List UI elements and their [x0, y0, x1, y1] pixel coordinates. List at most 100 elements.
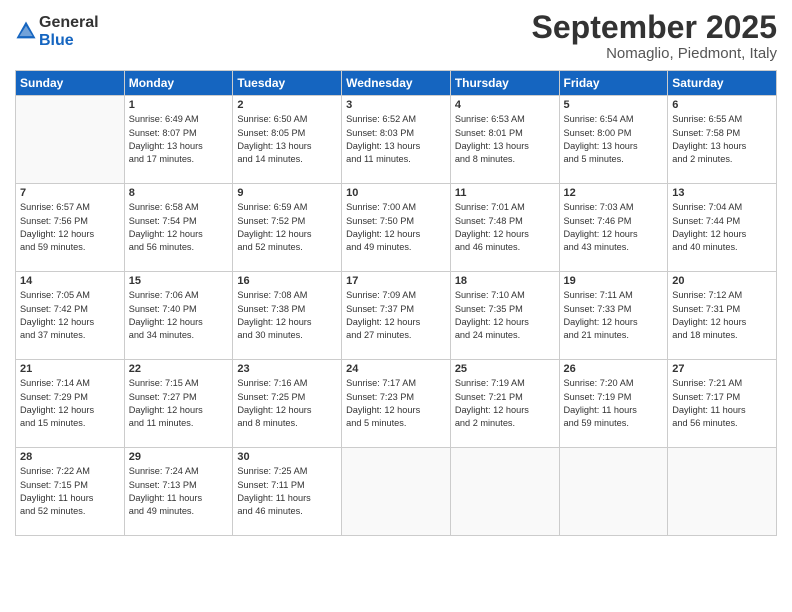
day-number: 26 [564, 363, 664, 375]
day-number: 6 [672, 99, 772, 111]
day-cell: 11Sunrise: 7:01 AM Sunset: 7:48 PM Dayli… [450, 184, 559, 272]
day-number: 21 [20, 363, 120, 375]
day-cell: 22 Sunrise: 7:15 AM Sunset: 7:27 PM Dayli… [124, 360, 233, 448]
day-cell [559, 448, 668, 536]
day-cell: 13 Sunrise: 7:04 AM Sunset: 7:44 PM Dayli… [668, 184, 777, 272]
col-header-sunday: Sunday [16, 71, 125, 96]
day-number: 10 [346, 187, 446, 199]
col-header-wednesday: Wednesday [342, 71, 451, 96]
day-cell: 3 Sunrise: 6:52 AM Sunset: 8:03 PM Daylig… [342, 96, 451, 184]
day-number: 30 [237, 451, 337, 463]
day-cell [450, 448, 559, 536]
header: General Blue September 2025 Nomaglio, Pi… [15, 10, 777, 62]
day-cell: 30Sunrise: 7:25 AM Sunset: 7:11 PM Dayli… [233, 448, 342, 536]
day-number: 20 [672, 275, 772, 287]
col-header-tuesday: Tuesday [233, 71, 342, 96]
logo-blue: Blue [39, 32, 99, 50]
day-number: 19 [564, 275, 664, 287]
day-cell [16, 96, 125, 184]
day-info: Sunrise: 7:06 AM Sunset: 7:40 PM Dayligh… [129, 289, 229, 342]
week-row-4: 28 Sunrise: 7:22 AM Sunset: 7:15 PM Dayli… [16, 448, 777, 536]
day-number: 16 [237, 275, 337, 287]
day-info: Sunrise: 7:09 AM Sunset: 7:37 PM Dayligh… [346, 289, 446, 342]
title-block: September 2025 Nomaglio, Piedmont, Italy [532, 10, 777, 62]
day-number: 23 [237, 363, 337, 375]
day-number: 22 [129, 363, 229, 375]
day-cell: 12 Sunrise: 7:03 AM Sunset: 7:46 PM Dayli… [559, 184, 668, 272]
day-info: Sunrise: 6:55 AM Sunset: 7:58 PM Dayligh… [672, 113, 772, 166]
day-number: 5 [564, 99, 664, 111]
day-number: 7 [20, 187, 120, 199]
day-cell: 7 Sunrise: 6:57 AM Sunset: 7:56 PM Daylig… [16, 184, 125, 272]
logo-text: General Blue [39, 14, 99, 49]
day-cell: 18 Sunrise: 7:10 AM Sunset: 7:35 PM Dayli… [450, 272, 559, 360]
day-number: 25 [455, 363, 555, 375]
day-cell: 9 Sunrise: 6:59 AM Sunset: 7:52 PM Daylig… [233, 184, 342, 272]
logo-icon [15, 20, 37, 42]
day-number: 1 [129, 99, 229, 111]
day-cell: 2 Sunrise: 6:50 AM Sunset: 8:05 PM Daylig… [233, 96, 342, 184]
col-header-friday: Friday [559, 71, 668, 96]
day-number: 13 [672, 187, 772, 199]
day-cell [342, 448, 451, 536]
day-cell: 26 Sunrise: 7:20 AM Sunset: 7:19 PM Dayli… [559, 360, 668, 448]
week-row-2: 14 Sunrise: 7:05 AM Sunset: 7:42 PM Dayli… [16, 272, 777, 360]
day-number: 12 [564, 187, 664, 199]
day-info: Sunrise: 6:54 AM Sunset: 8:00 PM Dayligh… [564, 113, 664, 166]
day-info: Sunrise: 7:17 AM Sunset: 7:23 PM Dayligh… [346, 377, 446, 430]
day-info: Sunrise: 7:08 AM Sunset: 7:38 PM Dayligh… [237, 289, 337, 342]
day-number: 9 [237, 187, 337, 199]
col-header-monday: Monday [124, 71, 233, 96]
day-cell: 28 Sunrise: 7:22 AM Sunset: 7:15 PM Dayli… [16, 448, 125, 536]
day-info: Sunrise: 7:19 AM Sunset: 7:21 PM Dayligh… [455, 377, 555, 430]
day-info: Sunrise: 7:20 AM Sunset: 7:19 PM Dayligh… [564, 377, 664, 430]
day-info: Sunrise: 7:24 AM Sunset: 7:13 PM Dayligh… [129, 465, 229, 518]
day-number: 24 [346, 363, 446, 375]
day-number: 8 [129, 187, 229, 199]
day-info: Sunrise: 7:10 AM Sunset: 7:35 PM Dayligh… [455, 289, 555, 342]
day-cell: 20Sunrise: 7:12 AM Sunset: 7:31 PM Dayli… [668, 272, 777, 360]
day-info: Sunrise: 7:15 AM Sunset: 7:27 PM Dayligh… [129, 377, 229, 430]
col-header-thursday: Thursday [450, 71, 559, 96]
day-cell: 24 Sunrise: 7:17 AM Sunset: 7:23 PM Dayli… [342, 360, 451, 448]
day-number: 27 [672, 363, 772, 375]
day-info: Sunrise: 7:03 AM Sunset: 7:46 PM Dayligh… [564, 201, 664, 254]
day-info: Sunrise: 7:04 AM Sunset: 7:44 PM Dayligh… [672, 201, 772, 254]
day-cell: 10Sunrise: 7:00 AM Sunset: 7:50 PM Dayli… [342, 184, 451, 272]
day-info: Sunrise: 6:57 AM Sunset: 7:56 PM Dayligh… [20, 201, 120, 254]
day-info: Sunrise: 6:58 AM Sunset: 7:54 PM Dayligh… [129, 201, 229, 254]
header-row: SundayMondayTuesdayWednesdayThursdayFrid… [16, 71, 777, 96]
day-cell: 25 Sunrise: 7:19 AM Sunset: 7:21 PM Dayli… [450, 360, 559, 448]
day-info: Sunrise: 6:59 AM Sunset: 7:52 PM Dayligh… [237, 201, 337, 254]
day-number: 18 [455, 275, 555, 287]
logo-general: General [39, 14, 99, 32]
day-number: 28 [20, 451, 120, 463]
day-cell: 15 Sunrise: 7:06 AM Sunset: 7:40 PM Dayli… [124, 272, 233, 360]
day-number: 29 [129, 451, 229, 463]
day-number: 17 [346, 275, 446, 287]
day-cell [668, 448, 777, 536]
week-row-1: 7 Sunrise: 6:57 AM Sunset: 7:56 PM Daylig… [16, 184, 777, 272]
day-info: Sunrise: 7:22 AM Sunset: 7:15 PM Dayligh… [20, 465, 120, 518]
day-number: 2 [237, 99, 337, 111]
day-cell: 16 Sunrise: 7:08 AM Sunset: 7:38 PM Dayli… [233, 272, 342, 360]
day-number: 3 [346, 99, 446, 111]
day-number: 14 [20, 275, 120, 287]
day-cell: 4 Sunrise: 6:53 AM Sunset: 8:01 PM Daylig… [450, 96, 559, 184]
day-cell: 6 Sunrise: 6:55 AM Sunset: 7:58 PM Daylig… [668, 96, 777, 184]
day-number: 4 [455, 99, 555, 111]
day-number: 11 [455, 187, 555, 199]
day-cell: 8 Sunrise: 6:58 AM Sunset: 7:54 PM Daylig… [124, 184, 233, 272]
day-info: Sunrise: 6:53 AM Sunset: 8:01 PM Dayligh… [455, 113, 555, 166]
day-number: 15 [129, 275, 229, 287]
day-info: Sunrise: 6:52 AM Sunset: 8:03 PM Dayligh… [346, 113, 446, 166]
day-info: Sunrise: 6:50 AM Sunset: 8:05 PM Dayligh… [237, 113, 337, 166]
col-header-saturday: Saturday [668, 71, 777, 96]
day-cell: 19Sunrise: 7:11 AM Sunset: 7:33 PM Dayli… [559, 272, 668, 360]
day-cell: 29 Sunrise: 7:24 AM Sunset: 7:13 PM Dayli… [124, 448, 233, 536]
day-info: Sunrise: 7:16 AM Sunset: 7:25 PM Dayligh… [237, 377, 337, 430]
month-title: September 2025 [532, 10, 777, 45]
day-cell: 14 Sunrise: 7:05 AM Sunset: 7:42 PM Dayli… [16, 272, 125, 360]
day-info: Sunrise: 7:05 AM Sunset: 7:42 PM Dayligh… [20, 289, 120, 342]
week-row-0: 1Sunrise: 6:49 AM Sunset: 8:07 PM Daylig… [16, 96, 777, 184]
